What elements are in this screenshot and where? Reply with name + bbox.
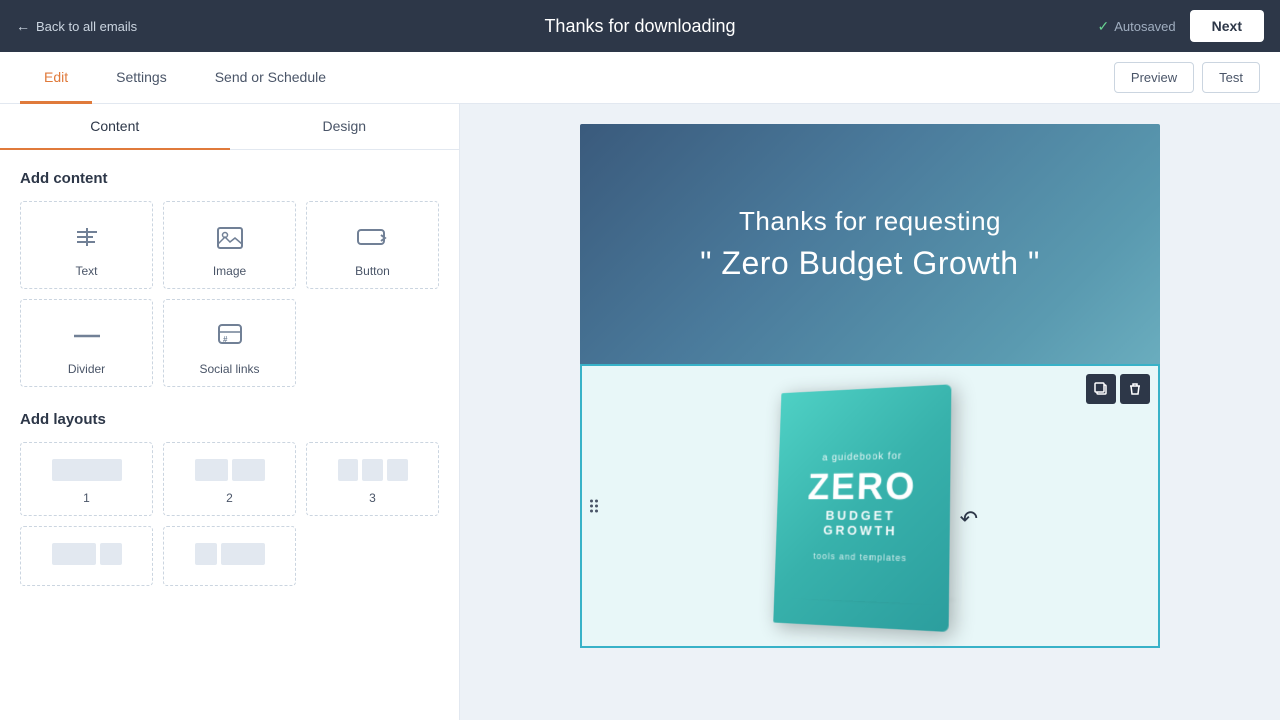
sidebar-tab-design[interactable]: Design [230, 104, 460, 150]
email-header-section[interactable]: Thanks for requesting " Zero Budget Grow… [580, 124, 1160, 364]
drag-handle[interactable] [586, 494, 602, 519]
top-nav: ← Back to all emails Thanks for download… [0, 0, 1280, 52]
tab-edit[interactable]: Edit [20, 53, 92, 104]
image-icon [212, 220, 248, 256]
layout-col [100, 543, 122, 565]
layout-item-3[interactable]: 3 [306, 442, 439, 516]
main-layout: Content Design Add content [0, 104, 1280, 720]
svg-text:#: # [223, 335, 228, 344]
delete-icon [1128, 382, 1142, 396]
drag-dot-row [590, 500, 598, 503]
layout-label-1: 1 [83, 491, 90, 505]
content-item-button-label: Button [355, 264, 390, 278]
top-right-actions: ✓ Autosaved Next [1097, 10, 1264, 42]
sidebar-tab-bar: Content Design [0, 104, 459, 150]
preview-button[interactable]: Preview [1114, 62, 1194, 93]
autosaved-label: Autosaved [1114, 19, 1175, 34]
canvas-area: Thanks for requesting " Zero Budget Grow… [460, 104, 1280, 720]
secondary-nav: Edit Settings Send or Schedule Preview T… [0, 52, 1280, 104]
copy-icon [1094, 382, 1108, 396]
layout-label-2: 2 [226, 491, 233, 505]
sidebar-tab-content[interactable]: Content [0, 104, 230, 150]
sidebar: Content Design Add content [0, 104, 460, 720]
button-icon [355, 220, 391, 256]
section-toolbar [1086, 374, 1150, 404]
delete-section-button[interactable] [1120, 374, 1150, 404]
sidebar-content: Add content Text [0, 150, 459, 606]
layout-col [195, 459, 228, 481]
tab-settings[interactable]: Settings [92, 53, 191, 104]
social-icon: # [212, 318, 248, 354]
email-header-line1: Thanks for requesting [739, 206, 1001, 237]
back-label: Back to all emails [36, 19, 137, 34]
copy-section-button[interactable] [1086, 374, 1116, 404]
layout-col [52, 459, 122, 481]
layout-col [338, 459, 359, 481]
layout-col [221, 543, 265, 565]
layout-item-1[interactable]: 1 [20, 442, 153, 516]
layout-item-4[interactable] [20, 526, 153, 586]
drag-dot-row [590, 505, 598, 508]
book-tools-label: tools and templates [813, 550, 907, 562]
drag-dot [590, 500, 593, 503]
back-link[interactable]: ← Back to all emails [16, 18, 137, 34]
drag-dot-row [590, 510, 598, 513]
layout-col [232, 459, 265, 481]
book-growth-label: GROWTH [823, 522, 898, 538]
layout-label-3: 3 [369, 491, 376, 505]
layout-preview-2 [195, 459, 265, 481]
book-illustration: a guidebook for ZERO BUDGET GROWTH tools… [750, 366, 990, 646]
add-layouts-title: Add layouts [20, 411, 439, 428]
next-button[interactable]: Next [1190, 10, 1264, 42]
page-title: Thanks for downloading [544, 16, 735, 37]
content-item-button[interactable]: Button [306, 201, 439, 289]
content-item-image[interactable]: Image [163, 201, 296, 289]
secondary-nav-right: Preview Test [1114, 62, 1260, 93]
tab-bar: Edit Settings Send or Schedule [20, 52, 350, 103]
email-header-line2: " Zero Budget Growth " [700, 245, 1040, 282]
layout-items-grid: 1 2 3 [20, 442, 439, 586]
layout-preview-5 [195, 543, 265, 565]
book-budget-label: BUDGET [826, 507, 896, 522]
add-content-title: Add content [20, 170, 439, 187]
content-item-text[interactable]: Text [20, 201, 153, 289]
drag-dot [590, 505, 593, 508]
drag-dot [595, 505, 598, 508]
divider-icon [69, 318, 105, 354]
layout-col [362, 459, 383, 481]
layout-col [387, 459, 408, 481]
content-item-image-label: Image [213, 264, 246, 278]
layout-item-5[interactable] [163, 526, 296, 586]
content-items-grid: Text Image [20, 201, 439, 387]
content-item-social-label: Social links [199, 362, 259, 376]
check-icon: ✓ [1097, 18, 1109, 35]
tab-send-schedule[interactable]: Send or Schedule [191, 53, 350, 104]
drag-dot [590, 510, 593, 513]
content-item-text-label: Text [75, 264, 97, 278]
autosaved-status: ✓ Autosaved [1097, 18, 1175, 35]
book-3d: a guidebook for ZERO BUDGET GROWTH tools… [773, 383, 972, 633]
test-button[interactable]: Test [1202, 62, 1260, 93]
content-item-social[interactable]: # Social links [163, 299, 296, 387]
drag-dot [595, 500, 598, 503]
email-container: Thanks for requesting " Zero Budget Grow… [580, 124, 1160, 648]
back-arrow-icon: ← [16, 18, 30, 34]
drag-dot [595, 510, 598, 513]
layout-col [195, 543, 217, 565]
layout-preview-3 [338, 459, 408, 481]
email-book-section[interactable]: a guidebook for ZERO BUDGET GROWTH tools… [580, 364, 1160, 648]
content-item-divider[interactable]: Divider [20, 299, 153, 387]
layout-preview-1 [52, 459, 122, 481]
layout-item-2[interactable]: 2 [163, 442, 296, 516]
book-zero-label: ZERO [807, 467, 916, 505]
layout-preview-4 [52, 543, 122, 565]
text-icon [69, 220, 105, 256]
layout-col [52, 543, 96, 565]
book-small-label: a guidebook for [822, 450, 902, 463]
content-item-divider-label: Divider [68, 362, 105, 376]
